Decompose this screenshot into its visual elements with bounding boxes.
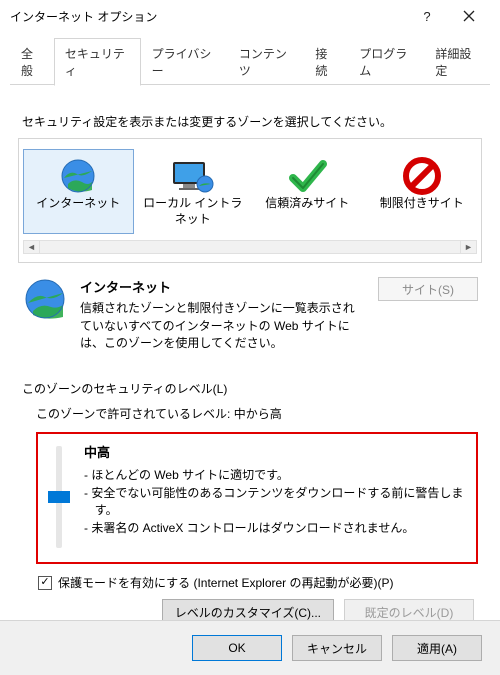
protected-mode-label: 保護モードを有効にする (Internet Explorer の再起動が必要)(… [58, 574, 394, 591]
tab-panel-security: セキュリティ設定を表示または変更するゾーンを選択してください。 インターネット [0, 85, 500, 675]
scroll-right-icon[interactable]: ► [460, 241, 476, 253]
help-button[interactable]: ? [406, 1, 448, 31]
zone-scrollbar[interactable]: ◄ ► [23, 240, 477, 254]
tab-advanced[interactable]: 詳細設定 [424, 38, 490, 85]
close-button[interactable] [448, 1, 490, 31]
zone-internet[interactable]: インターネット [23, 149, 134, 234]
globe-icon [26, 156, 131, 196]
sites-button: サイト(S) [378, 277, 478, 301]
apply-button[interactable]: 適用(A) [392, 635, 482, 661]
selected-zone-desc: 信頼されたゾーンと制限付きゾーンに一覧表示されていないすべてのインターネットの … [80, 300, 366, 352]
allowed-levels-label: このゾーンで許可されているレベル: 中から高 [36, 405, 478, 422]
zone-detail: インターネット 信頼されたゾーンと制限付きゾーンに一覧表示されていないすべてのイ… [22, 277, 478, 352]
title-bar: インターネット オプション ? [0, 0, 500, 32]
zone-label: 信頼済みサイト [255, 196, 360, 212]
protected-mode-checkbox[interactable]: ✓ 保護モードを有効にする (Internet Explorer の再起動が必要… [38, 574, 478, 591]
monitor-globe-icon [141, 156, 246, 196]
tab-programs[interactable]: プログラム [348, 38, 424, 85]
zone-label: インターネット [26, 196, 131, 212]
tab-security[interactable]: セキュリティ [54, 38, 141, 86]
scroll-left-icon[interactable]: ◄ [24, 241, 40, 253]
zone-instruction: セキュリティ設定を表示または変更するゾーンを選択してください。 [22, 113, 478, 130]
security-level-group-label: このゾーンのセキュリティのレベル(L) [22, 380, 478, 397]
checkbox-icon: ✓ [38, 576, 52, 590]
tab-content[interactable]: コンテンツ [228, 38, 305, 85]
security-level-slider[interactable] [48, 442, 70, 552]
level-bullet: - 安全でない可能性のあるコンテンツをダウンロードする前に警告します。 [84, 485, 466, 520]
ok-button[interactable]: OK [192, 635, 282, 661]
globe-icon [22, 277, 68, 352]
prohibited-icon [370, 156, 475, 196]
zone-intranet[interactable]: ローカル イントラネット [138, 149, 249, 234]
selected-zone-name: インターネット [80, 277, 366, 296]
zone-label: 制限付きサイト [370, 196, 475, 212]
zone-restricted[interactable]: 制限付きサイト [367, 149, 478, 234]
tab-connections[interactable]: 接続 [304, 38, 348, 85]
tab-privacy[interactable]: プライバシー [141, 38, 228, 85]
tab-general[interactable]: 全般 [10, 38, 54, 85]
security-level-highlight: 中高 - ほとんどの Web サイトに適切です。 - 安全でない可能性のあるコン… [36, 432, 478, 564]
dialog-button-bar: OK キャンセル 適用(A) [0, 620, 500, 675]
zone-list: インターネット ローカル イントラネット [18, 138, 482, 263]
level-bullet: - ほとんどの Web サイトに適切です。 [84, 467, 466, 484]
zone-label: ローカル イントラネット [141, 196, 246, 227]
checkmark-icon [255, 156, 360, 196]
zone-trusted[interactable]: 信頼済みサイト [252, 149, 363, 234]
window-title: インターネット オプション [10, 8, 157, 25]
level-name: 中高 [84, 442, 466, 461]
level-bullet: - 未署名の ActiveX コントロールはダウンロードされません。 [84, 520, 466, 537]
cancel-button[interactable]: キャンセル [292, 635, 382, 661]
tab-strip: 全般 セキュリティ プライバシー コンテンツ 接続 プログラム 詳細設定 [0, 38, 500, 85]
